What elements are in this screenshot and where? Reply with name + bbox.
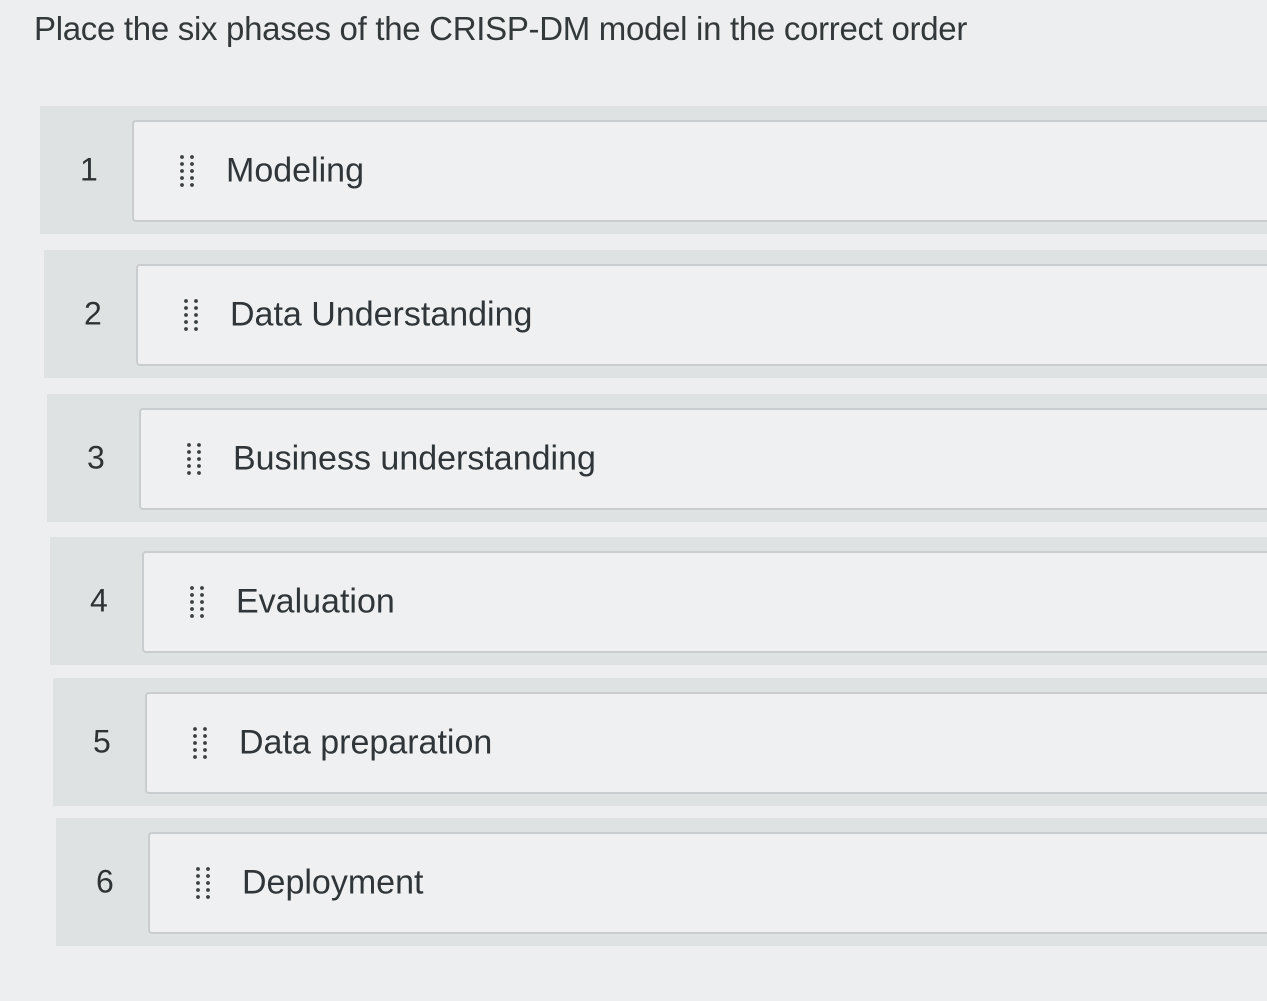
item-label: Data Understanding xyxy=(230,295,533,334)
ordering-row-4: 4 Evaluation xyxy=(50,537,1267,665)
item-label: Evaluation xyxy=(236,582,395,621)
item-label: Modeling xyxy=(226,151,364,190)
item-label: Business understanding xyxy=(233,439,596,478)
draggable-item-evaluation[interactable]: Evaluation xyxy=(142,551,1267,653)
item-label: Deployment xyxy=(242,863,424,902)
ordering-row-3: 3 Business understanding xyxy=(47,394,1267,522)
position-number: 5 xyxy=(93,723,111,760)
drag-handle-icon[interactable] xyxy=(191,725,211,761)
draggable-item-data-understanding[interactable]: Data Understanding xyxy=(136,264,1267,366)
draggable-item-business-understanding[interactable]: Business understanding xyxy=(139,408,1267,510)
ordering-row-5: 5 Data preparation xyxy=(53,678,1267,806)
position-number: 4 xyxy=(90,582,108,619)
position-number: 1 xyxy=(80,151,98,188)
ordering-row-6: 6 Deployment xyxy=(56,818,1267,946)
ordering-row-2: 2 Data Understanding xyxy=(44,250,1267,378)
position-number: 2 xyxy=(84,295,102,332)
position-number: 3 xyxy=(87,439,105,476)
draggable-item-data-preparation[interactable]: Data preparation xyxy=(145,692,1267,794)
drag-handle-icon[interactable] xyxy=(178,153,198,189)
drag-handle-icon[interactable] xyxy=(188,584,208,620)
item-label: Data preparation xyxy=(239,723,493,762)
draggable-item-modeling[interactable]: Modeling xyxy=(132,120,1267,222)
drag-handle-icon[interactable] xyxy=(182,297,202,333)
draggable-item-deployment[interactable]: Deployment xyxy=(148,832,1267,934)
question-prompt: Place the six phases of the CRISP-DM mod… xyxy=(34,10,968,47)
position-number: 6 xyxy=(96,863,114,900)
drag-handle-icon[interactable] xyxy=(194,865,214,901)
ordering-row-1: 1 Modeling xyxy=(40,106,1267,234)
drag-handle-icon[interactable] xyxy=(185,441,205,477)
